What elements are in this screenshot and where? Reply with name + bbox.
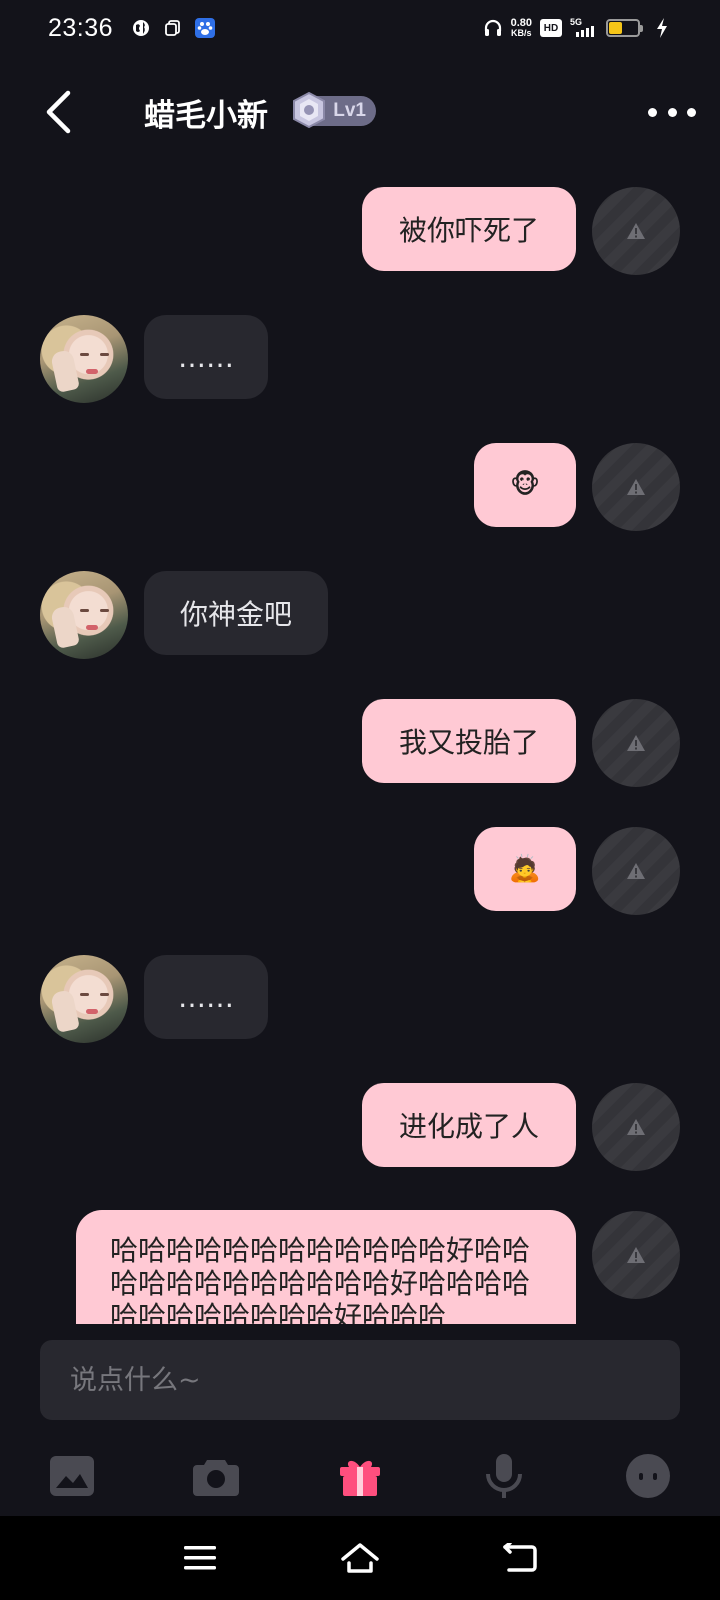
chevron-left-icon: [46, 90, 71, 134]
warning-icon: [627, 223, 645, 239]
self-avatar[interactable]: [592, 1211, 680, 1299]
message-composer[interactable]: [40, 1340, 680, 1420]
status-left: 23:36: [48, 13, 216, 43]
net-speed-value: 0.80: [510, 17, 532, 29]
message-text: 被你吓死了: [398, 214, 539, 247]
camera-button[interactable]: [186, 1446, 246, 1506]
signal-icon: 5G: [570, 17, 598, 37]
headphones-icon: [483, 18, 503, 38]
more-dot-icon: [667, 107, 677, 117]
back-nav-button[interactable]: [496, 1534, 544, 1582]
outgoing-message[interactable]: 🐵: [474, 443, 576, 527]
menu-button[interactable]: [176, 1534, 224, 1582]
outgoing-message[interactable]: 哈哈哈哈哈哈哈哈哈哈哈哈好哈哈哈哈哈哈哈哈哈哈哈哈好哈哈哈哈哈哈哈哈哈哈哈哈好哈…: [76, 1210, 576, 1324]
more-dot-icon: [648, 107, 657, 117]
self-avatar[interactable]: [592, 699, 680, 787]
self-avatar[interactable]: [592, 1083, 680, 1171]
self-avatar[interactable]: [592, 187, 680, 275]
battery-icon: [606, 19, 643, 37]
net-speed-unit: KB/s: [511, 28, 532, 38]
menu-icon: [184, 1546, 216, 1570]
peer-avatar[interactable]: [40, 955, 128, 1043]
outgoing-message[interactable]: 进化成了人: [362, 1083, 576, 1167]
warning-icon: [627, 479, 645, 495]
warning-icon: [627, 1247, 645, 1263]
message-text: 哈哈哈哈哈哈哈哈哈哈哈哈好哈哈哈哈哈哈哈哈哈哈哈哈好哈哈哈哈哈哈哈哈哈哈哈哈好哈…: [110, 1234, 531, 1324]
outgoing-message[interactable]: 被你吓死了: [362, 187, 576, 271]
self-avatar[interactable]: [592, 827, 680, 915]
image-button[interactable]: [42, 1446, 102, 1506]
message-emoji: 🙇: [508, 854, 542, 884]
message-text: ……: [178, 340, 234, 374]
peer-avatar[interactable]: [40, 315, 128, 403]
paw-app-icon: [195, 18, 216, 38]
message-text: 我又投胎了: [398, 726, 539, 759]
level-label: Lv1: [333, 100, 366, 121]
voice-button[interactable]: [474, 1446, 534, 1506]
warning-icon: [627, 735, 645, 751]
chat-title[interactable]: 蜡毛小新: [144, 90, 268, 135]
system-nav-bar: [0, 1516, 720, 1600]
camera-icon: [193, 1460, 239, 1496]
battery-fill: [609, 22, 622, 34]
emoji-icon: [626, 1454, 670, 1498]
message-input[interactable]: [70, 1364, 680, 1396]
more-options-button[interactable]: [648, 94, 696, 130]
microphone-icon: [486, 1454, 522, 1498]
message-text: 进化成了人: [398, 1110, 539, 1143]
status-bar: 23:36 0.80 KB/s HD 5G: [0, 0, 720, 56]
charging-icon: [652, 18, 672, 38]
globe-icon: [131, 18, 151, 38]
level-crest-icon: [293, 91, 325, 129]
status-time: 23:36: [48, 13, 114, 42]
gift-icon: [340, 1460, 380, 1496]
emoji-button[interactable]: [618, 1446, 678, 1506]
peer-avatar[interactable]: [40, 571, 128, 659]
incoming-message[interactable]: 你神金吧: [144, 571, 328, 655]
more-dot-icon: [687, 107, 696, 117]
network-label: 5G: [570, 17, 583, 27]
message-emoji: 🐵: [509, 470, 541, 500]
chat-header: 蜡毛小新 Lv1: [0, 70, 720, 154]
outgoing-message[interactable]: 🙇: [474, 827, 576, 911]
hd-badge: HD: [540, 19, 562, 37]
status-right: 0.80 KB/s HD 5G: [483, 17, 672, 39]
warning-icon: [627, 1119, 645, 1135]
message-text: 你神金吧: [179, 598, 292, 631]
message-list[interactable]: 被你吓死了 …… 🐵 你神金吧 我又投胎了 🙇 …… 进化成了人 哈哈哈哈哈哈哈…: [0, 160, 720, 1324]
incoming-message[interactable]: ……: [144, 315, 268, 399]
gift-button[interactable]: [330, 1446, 390, 1506]
home-icon: [341, 1543, 379, 1573]
home-button[interactable]: [336, 1534, 384, 1582]
message-text: ……: [178, 980, 234, 1014]
chat-toolbar: [0, 1440, 720, 1520]
copy-icon: [163, 18, 183, 38]
incoming-message[interactable]: ……: [144, 955, 268, 1039]
warning-icon: [627, 863, 645, 879]
net-speed: 0.80 KB/s: [510, 17, 532, 39]
return-icon: [503, 1543, 537, 1572]
image-icon: [50, 1456, 94, 1496]
back-button[interactable]: [30, 84, 86, 140]
outgoing-message[interactable]: 我又投胎了: [362, 699, 576, 783]
self-avatar[interactable]: [592, 443, 680, 531]
level-badge[interactable]: Lv1: [293, 91, 376, 129]
